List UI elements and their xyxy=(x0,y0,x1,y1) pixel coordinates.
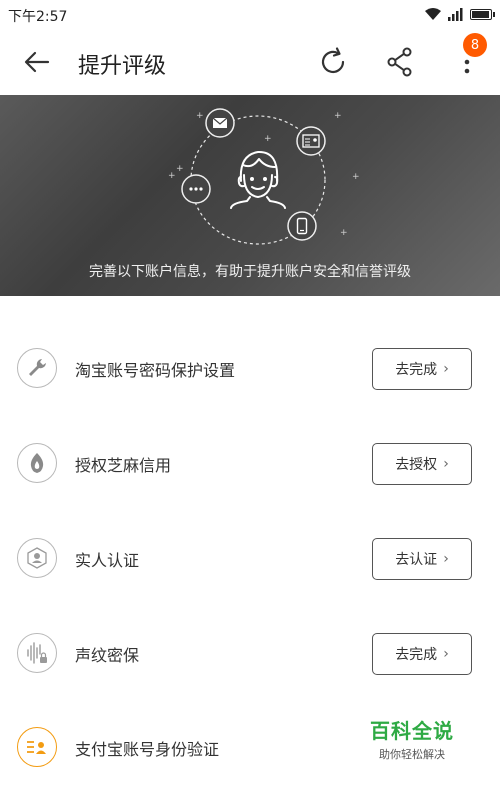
row-icon xyxy=(17,443,57,483)
avatar-icon xyxy=(230,150,286,209)
button-label: 去授权 xyxy=(395,457,438,473)
svg-text:+: + xyxy=(340,228,348,238)
status-icons xyxy=(424,7,495,21)
share-button[interactable] xyxy=(380,44,420,80)
list-item: 实人认证 去认证 › xyxy=(0,511,500,605)
wifi-icon xyxy=(425,8,441,20)
status-time: 下午2:57 xyxy=(8,9,68,25)
refresh-icon xyxy=(321,47,345,74)
share-icon xyxy=(387,47,412,77)
status-bar: 下午2:57 xyxy=(0,0,500,30)
button-label: 去认证 xyxy=(395,552,438,568)
svg-text:+: + xyxy=(196,111,204,121)
hero-banner: ++ ++ ++ ++ xyxy=(0,95,500,296)
list-item: 淘宝账号密码保护设置 去完成 › xyxy=(0,321,500,415)
svg-text:+: + xyxy=(352,172,360,182)
banner-caption: 完善以下账户信息，有助于提升账户安全和信誉评级 xyxy=(89,264,411,280)
item-label: 实人认证 xyxy=(75,551,140,570)
sesame-icon xyxy=(30,453,44,473)
authorize-sesame-button[interactable]: 去授权 › xyxy=(372,443,472,485)
item-label: 授权芝麻信用 xyxy=(75,456,172,475)
button-label: 去完成 xyxy=(395,362,438,378)
svg-text:+: + xyxy=(264,134,272,144)
row-icon xyxy=(17,538,57,578)
row-icon xyxy=(17,727,57,767)
notification-badge: 8 xyxy=(463,33,487,57)
signal-icon xyxy=(448,7,463,21)
item-label: 淘宝账号密码保护设置 xyxy=(75,361,236,380)
list-item: 授权芝麻信用 去授权 › xyxy=(0,416,500,510)
phone-icon xyxy=(287,211,317,241)
list-item: 声纹密保 去完成 › xyxy=(0,606,500,700)
id-card-icon xyxy=(296,126,326,156)
chat-icon xyxy=(181,174,211,204)
page-title: 提升评级 xyxy=(78,54,167,79)
id-card-icon xyxy=(27,741,46,754)
refresh-button[interactable] xyxy=(313,44,353,80)
svg-text:+: + xyxy=(168,171,176,181)
back-button[interactable] xyxy=(18,44,56,80)
mail-icon xyxy=(205,108,235,138)
svg-text:+: + xyxy=(334,111,342,121)
arrow-left-icon xyxy=(24,51,50,73)
header-bar: 提升评级 8 xyxy=(0,30,500,95)
watermark-subtitle: 助你轻松解决 xyxy=(379,748,445,761)
chevron-right-icon: › xyxy=(443,646,449,662)
item-label: 支付宝账号身份验证 xyxy=(75,740,220,759)
battery-level xyxy=(472,10,489,18)
button-label: 去完成 xyxy=(395,647,438,663)
battery-icon xyxy=(470,8,495,20)
watermark-logo: 百科全说 助你轻松解决 xyxy=(362,715,462,762)
watermark-title: 百科全说 xyxy=(370,719,454,743)
complete-voiceprint-button[interactable]: 去完成 › xyxy=(372,633,472,675)
voiceprint-icon xyxy=(27,642,47,664)
row-icon xyxy=(17,633,57,673)
complete-password-button[interactable]: 去完成 › xyxy=(372,348,472,390)
wrench-icon xyxy=(29,359,46,376)
chevron-right-icon: › xyxy=(443,456,449,472)
item-label: 声纹密保 xyxy=(75,646,140,665)
chevron-right-icon: › xyxy=(443,361,449,377)
verify-identity-button[interactable]: 去认证 › xyxy=(372,538,472,580)
row-icon xyxy=(17,348,57,388)
face-id-icon xyxy=(27,547,47,569)
svg-text:+: + xyxy=(176,164,184,174)
chevron-right-icon: › xyxy=(443,551,449,567)
